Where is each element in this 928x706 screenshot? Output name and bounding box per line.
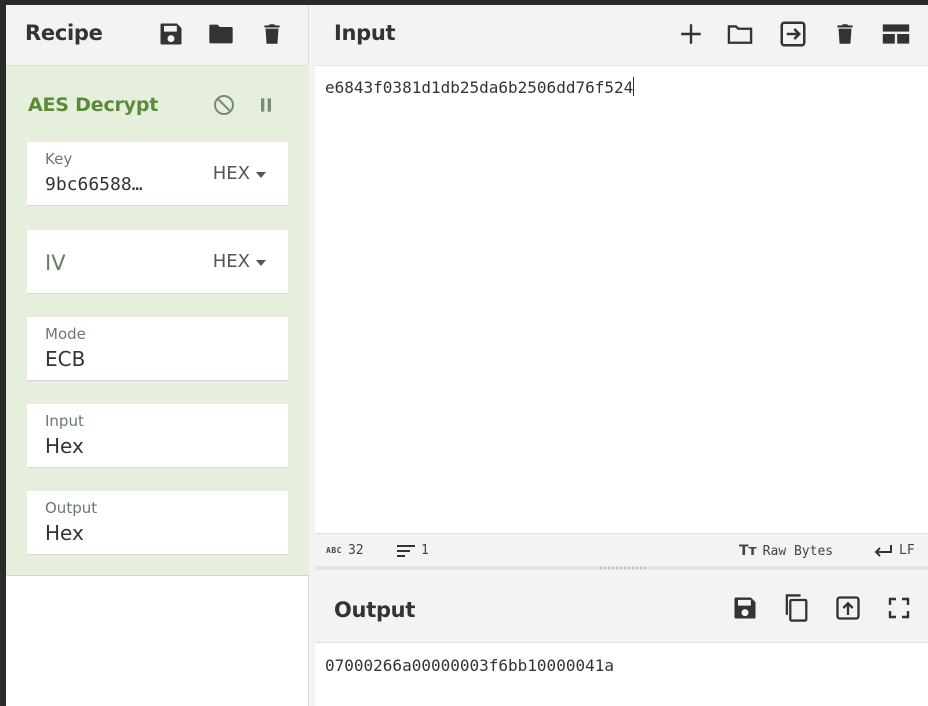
app-frame: Recipe AES Decrypt Key 9bc66588… HEX IV … (6, 5, 928, 706)
aes-decrypt-operation: AES Decrypt Key 9bc66588… HEX IV HEX Mod… (6, 66, 309, 576)
input-header: Input (315, 5, 928, 66)
recipe-title: Recipe (25, 21, 103, 45)
char-count-status: ABC 32 (326, 543, 364, 558)
load-file-input-icon[interactable] (778, 19, 808, 49)
iv-label: IV (45, 251, 66, 275)
eol-value: LF (899, 543, 915, 558)
chevron-down-icon (256, 171, 266, 178)
mode-value[interactable]: ECB (45, 347, 85, 371)
clear-input-trash-icon[interactable] (830, 19, 860, 49)
operation-title: AES Decrypt (28, 94, 159, 116)
key-format-dropdown[interactable]: HEX (213, 163, 266, 184)
chevron-down-icon (256, 259, 266, 266)
encoding-status[interactable]: Tт Raw Bytes (739, 543, 833, 559)
open-folder-icon[interactable] (725, 19, 755, 49)
drag-grip (600, 567, 646, 569)
lines-icon (397, 544, 415, 557)
replace-input-with-output-icon[interactable] (833, 593, 863, 623)
reset-layout-icon[interactable] (881, 19, 911, 49)
input-format-label: Input (45, 412, 84, 430)
input-textarea[interactable]: e6843f0381d1db25da6b2506dd76f524 (325, 77, 928, 97)
maximise-output-icon[interactable] (884, 593, 914, 623)
output-format-value[interactable]: Hex (45, 521, 84, 545)
input-title: Input (334, 21, 396, 45)
recipe-header: Recipe (6, 5, 308, 66)
line-count-status: 1 (397, 543, 429, 558)
pause-breakpoint-icon[interactable] (252, 92, 280, 118)
input-format-field[interactable]: Input Hex (27, 404, 288, 468)
key-value[interactable]: 9bc66588… (45, 174, 143, 195)
input-pane: Input e6843f0381d1db25da6b2506dd76f524 A… (315, 5, 928, 566)
input-status-bar: ABC 32 1 Tт Raw Bytes LF (315, 533, 928, 566)
load-recipe-folder-icon[interactable] (206, 19, 236, 49)
output-format-label: Output (45, 499, 98, 517)
text-cursor (633, 77, 635, 96)
output-pane: Output 07000266a00000003f6bb10000041a (315, 570, 928, 706)
add-tab-plus-icon[interactable] (676, 19, 706, 49)
save-recipe-icon[interactable] (156, 19, 186, 49)
iv-format-dropdown[interactable]: HEX (213, 251, 266, 272)
text-encoding-icon: Tт (739, 543, 757, 559)
mode-field[interactable]: Mode ECB (27, 317, 288, 381)
encoding-value: Raw Bytes (762, 543, 834, 559)
clear-recipe-trash-icon[interactable] (257, 19, 287, 49)
line-count: 1 (421, 543, 429, 558)
recipe-panel: Recipe AES Decrypt Key 9bc66588… HEX IV … (6, 5, 309, 706)
key-format-label: HEX (212, 163, 250, 184)
output-format-field[interactable]: Output Hex (27, 491, 288, 555)
key-label: Key (45, 150, 73, 168)
abc-icon: ABC (326, 546, 342, 555)
disable-operation-icon[interactable] (210, 92, 238, 118)
eol-status[interactable]: LF (873, 543, 915, 558)
input-format-value[interactable]: Hex (45, 434, 84, 458)
save-output-icon[interactable] (730, 593, 760, 623)
copy-output-icon[interactable] (781, 593, 811, 623)
iv-field[interactable]: IV HEX (27, 230, 288, 294)
return-arrow-icon (874, 544, 892, 557)
output-header: Output (315, 570, 928, 643)
key-field[interactable]: Key 9bc66588… HEX (27, 142, 288, 206)
mode-label: Mode (45, 325, 86, 343)
char-count: 32 (347, 543, 364, 558)
iv-format-label: HEX (212, 251, 250, 272)
input-text: e6843f0381d1db25da6b2506dd76f524 (325, 78, 634, 97)
output-title: Output (334, 598, 416, 622)
output-text[interactable]: 07000266a00000003f6bb10000041a (325, 656, 614, 675)
